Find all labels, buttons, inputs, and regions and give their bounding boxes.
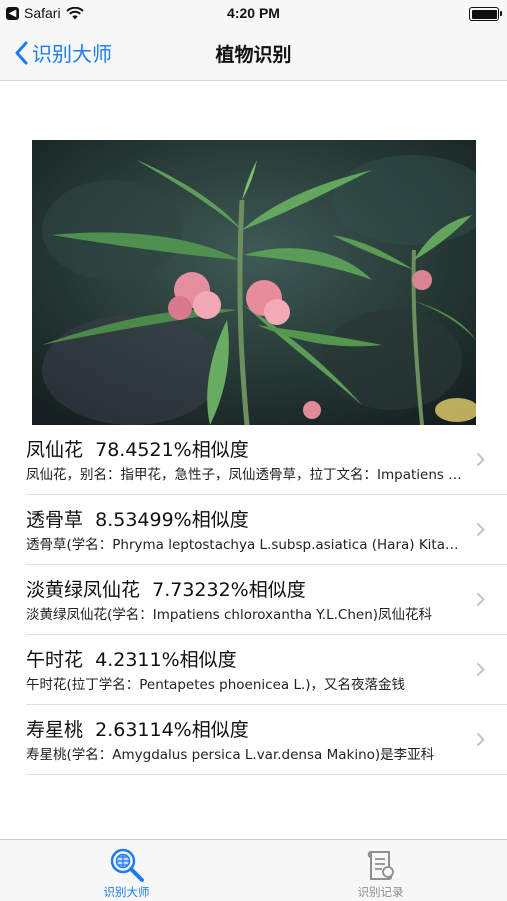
result-description: 午时花(拉丁学名：Pentapetes phoenicea L.)，又名夜落金钱 bbox=[26, 677, 406, 693]
magnifier-globe-icon bbox=[110, 848, 144, 882]
navigation-bar: 识别大师 植物识别 bbox=[0, 28, 507, 81]
result-row[interactable]: 淡黄绿凤仙花 7.73232%相似度 淡黄绿凤仙花(学名：Impatiens c… bbox=[26, 565, 507, 635]
result-name: 淡黄绿凤仙花 bbox=[26, 579, 141, 601]
plant-photo bbox=[32, 140, 476, 425]
result-name: 午时花 bbox=[26, 649, 84, 671]
page-title: 植物识别 bbox=[215, 44, 292, 66]
result-description: 凤仙花，别名：指甲花，急性子，凤仙透骨草，拉丁文名：Impatiens bals… bbox=[26, 467, 466, 483]
result-row[interactable]: 透骨草 8.53499%相似度 透骨草(学名：Phryma leptostach… bbox=[26, 495, 507, 565]
tab-label-history: 识别记录 bbox=[357, 885, 404, 899]
result-title: 透骨草 8.53499%相似度 bbox=[26, 505, 249, 532]
result-name: 寿星桃 bbox=[26, 719, 84, 741]
chevron-right-icon bbox=[476, 662, 485, 677]
result-description: 淡黄绿凤仙花(学名：Impatiens chloroxantha Y.L.Che… bbox=[26, 607, 433, 623]
status-bar: ◀ Safari 4:20 PM bbox=[0, 0, 507, 28]
plant-photo-image bbox=[32, 140, 476, 425]
battery-icon bbox=[469, 7, 502, 21]
status-time: 4:20 PM bbox=[227, 5, 280, 21]
tab-label-identify: 识别大师 bbox=[103, 885, 150, 899]
result-description: 透骨草(学名：Phryma leptostachya L.subsp.asiat… bbox=[26, 537, 466, 553]
result-row[interactable]: 寿星桃 2.63114%相似度 寿星桃(学名：Amygdalus persica… bbox=[26, 705, 507, 775]
chevron-right-icon bbox=[476, 592, 485, 607]
result-score: 7.73232%相似度 bbox=[152, 579, 306, 601]
tab-bar: 识别大师 识别记录 bbox=[0, 839, 507, 901]
tab-history[interactable]: 识别记录 bbox=[254, 840, 507, 901]
tab-identify[interactable]: 识别大师 bbox=[0, 840, 253, 901]
chevron-right-icon bbox=[476, 522, 485, 537]
result-row[interactable]: 凤仙花 78.4521%相似度 凤仙花，别名：指甲花，急性子，凤仙透骨草，拉丁文… bbox=[26, 425, 507, 495]
results-list: 凤仙花 78.4521%相似度 凤仙花，别名：指甲花，急性子，凤仙透骨草，拉丁文… bbox=[26, 425, 507, 775]
result-score: 2.63114%相似度 bbox=[95, 719, 249, 741]
scroll-document-icon bbox=[367, 851, 394, 880]
result-name: 透骨草 bbox=[26, 509, 84, 531]
result-row[interactable]: 午时花 4.2311%相似度 午时花(拉丁学名：Pentapetes phoen… bbox=[26, 635, 507, 705]
result-title: 寿星桃 2.63114%相似度 bbox=[26, 715, 249, 742]
result-title: 午时花 4.2311%相似度 bbox=[26, 645, 237, 672]
result-name: 凤仙花 bbox=[26, 439, 84, 461]
result-score: 8.53499%相似度 bbox=[95, 509, 249, 531]
result-score: 78.4521%相似度 bbox=[95, 439, 249, 461]
result-description: 寿星桃(学名：Amygdalus persica L.var.densa Mak… bbox=[26, 747, 435, 763]
result-title: 淡黄绿凤仙花 7.73232%相似度 bbox=[26, 575, 306, 602]
chevron-right-icon bbox=[476, 732, 485, 747]
chevron-right-icon bbox=[476, 452, 485, 467]
result-title: 凤仙花 78.4521%相似度 bbox=[26, 435, 249, 462]
result-score: 4.2311%相似度 bbox=[95, 649, 237, 671]
